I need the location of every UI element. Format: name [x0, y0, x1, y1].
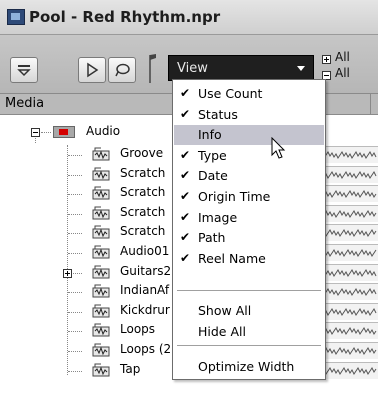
tree-line	[68, 253, 82, 254]
tree-line	[68, 233, 82, 234]
window-title: Pool - Red Rhythm.npr	[29, 8, 221, 26]
audio-file-icon	[92, 225, 110, 239]
collapse-all-label[interactable]: All	[335, 66, 350, 80]
title-bar[interactable]: Pool - Red Rhythm.npr	[0, 0, 378, 35]
menu-item-label: Date	[198, 168, 228, 183]
pool-window: Pool - Red Rhythm.npr View All All Media…	[0, 0, 378, 403]
audio-file-icon	[92, 363, 110, 377]
view-dropdown-label: View	[177, 61, 208, 76]
loop-button[interactable]	[108, 57, 136, 83]
tree-item-label[interactable]: Guitars2	[120, 264, 171, 282]
audio-file-icon	[92, 343, 110, 357]
view-dropdown[interactable]: View	[168, 55, 314, 81]
tree-line	[68, 331, 82, 332]
menu-item-origin-time[interactable]: ✔ Origin Time	[174, 187, 324, 207]
audio-folder-label[interactable]: Audio	[86, 124, 120, 142]
menu-item-type[interactable]: ✔ Type	[174, 146, 324, 166]
audio-folder-icon	[53, 126, 75, 138]
checkmark-icon: ✔	[180, 148, 191, 162]
tree-item-label[interactable]: Scratch	[120, 205, 165, 223]
tree-line	[67, 145, 68, 375]
menu-item-label: Image	[198, 210, 238, 225]
menu-item-show-all[interactable]: Show All	[174, 301, 324, 321]
audio-file-icon	[92, 186, 110, 200]
tree-item-label[interactable]: Loops (2	[120, 342, 171, 360]
audio-file-icon	[92, 245, 110, 259]
menu-item-status[interactable]: ✔ Status	[174, 105, 324, 125]
tree-line	[68, 351, 82, 352]
menu-item-use-count[interactable]: ✔ Use Count	[174, 84, 324, 104]
pool-window-icon	[7, 9, 25, 25]
menu-item-label: Show All	[198, 303, 252, 318]
expand-item-icon[interactable]	[63, 269, 72, 278]
tree-line	[68, 312, 82, 313]
tree-item-label[interactable]: Scratch	[120, 166, 165, 184]
audio-file-icon	[92, 265, 110, 279]
tree-item-label[interactable]: Audio01	[120, 244, 169, 262]
play-button[interactable]	[78, 57, 106, 83]
menu-item-path[interactable]: ✔ Path	[174, 228, 324, 248]
checkmark-icon: ✔	[180, 230, 191, 244]
media-column-header[interactable]: Media	[5, 96, 44, 111]
menu-item-label: Type	[198, 148, 227, 163]
menu-item-info[interactable]: Info	[174, 125, 324, 145]
tree-item-label[interactable]: Scratch	[120, 224, 165, 242]
tree-item-label[interactable]: Tap	[120, 362, 140, 380]
menu-item-label: Use Count	[198, 86, 263, 101]
tree-item-label[interactable]: IndianAf	[120, 283, 169, 301]
tree-item-label[interactable]: Kickdrur	[120, 303, 170, 321]
tree-item-label[interactable]: Groove	[120, 146, 163, 164]
checkmark-icon: ✔	[180, 251, 191, 265]
menu-item-label: Reel Name	[198, 251, 266, 266]
menu-item-optimize-width[interactable]: Optimize Width	[174, 357, 324, 377]
loop-icon	[115, 63, 130, 77]
expand-all-icon[interactable]	[322, 55, 331, 64]
audio-file-icon	[92, 323, 110, 337]
menu-item-hide-all[interactable]: Hide All	[174, 322, 324, 342]
volume-flag-icon[interactable]	[148, 53, 158, 83]
tree-line	[41, 132, 51, 133]
menu-item-label: Origin Time	[198, 189, 271, 204]
menu-item-label: Optimize Width	[198, 359, 295, 374]
checkmark-icon: ✔	[180, 168, 191, 182]
menu-item-label: Info	[198, 127, 222, 142]
audio-file-icon	[92, 284, 110, 298]
mouse-pointer-icon	[271, 137, 286, 159]
menu-item-label: Path	[198, 230, 226, 245]
menu-item-image[interactable]: ✔ Image	[174, 208, 324, 228]
show-info-button[interactable]	[10, 57, 38, 83]
menu-separator	[177, 290, 321, 291]
checkmark-icon: ✔	[180, 86, 191, 100]
info-line-icon	[17, 65, 31, 77]
audio-file-icon	[92, 206, 110, 220]
checkmark-icon: ✔	[180, 210, 191, 224]
checkmark-icon: ✔	[180, 107, 191, 121]
expand-all-label[interactable]: All	[335, 50, 350, 64]
tree-line	[68, 371, 82, 372]
tree-line	[68, 155, 82, 156]
tree-line	[68, 175, 82, 176]
play-icon	[87, 62, 99, 78]
menu-item-date[interactable]: ✔ Date	[174, 166, 324, 186]
column-divider[interactable]	[370, 94, 371, 114]
tree-line	[68, 292, 82, 293]
menu-separator	[177, 345, 321, 346]
audio-file-icon	[92, 167, 110, 181]
tree-item-label[interactable]: Scratch	[120, 185, 165, 203]
chevron-down-icon	[297, 66, 305, 71]
menu-item-label: Status	[198, 107, 238, 122]
audio-file-icon	[92, 304, 110, 318]
tree-line	[68, 194, 82, 195]
view-menu: ✔ Use Count ✔ Status Info ✔ Type ✔ Date ✔ Origin T…	[172, 79, 326, 380]
tree-item-label[interactable]: Loops	[120, 322, 155, 340]
audio-file-icon	[92, 147, 110, 161]
tree-line	[68, 214, 82, 215]
menu-item-label: Hide All	[198, 324, 246, 339]
collapse-audio-icon[interactable]	[31, 128, 40, 137]
checkmark-icon: ✔	[180, 189, 191, 203]
menu-item-reel-name[interactable]: ✔ Reel Name	[174, 249, 324, 269]
